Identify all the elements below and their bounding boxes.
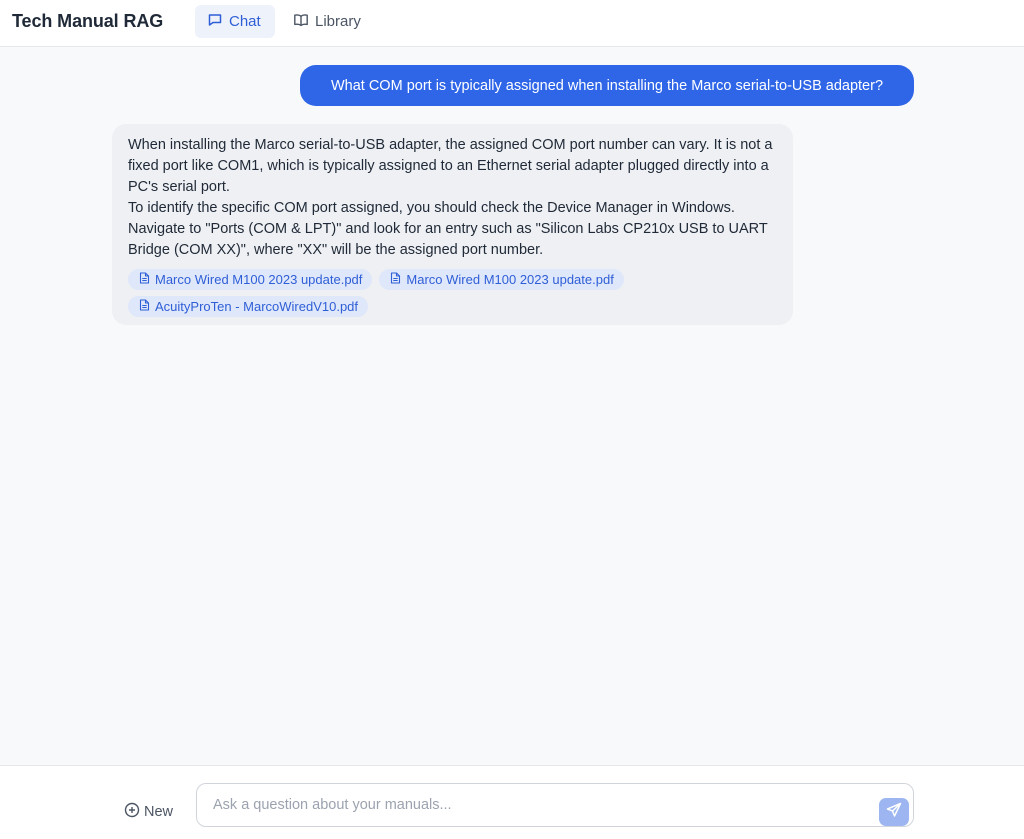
document-icon — [139, 299, 150, 314]
book-open-icon — [293, 12, 309, 32]
send-icon — [886, 802, 902, 823]
assistant-message-bubble: When installing the Marco serial-to-USB … — [112, 124, 793, 325]
document-icon — [139, 272, 150, 287]
source-chip-label: Marco Wired M100 2023 update.pdf — [406, 272, 614, 287]
source-chip[interactable]: AcuityProTen - MarcoWiredV10.pdf — [128, 296, 369, 317]
tab-library-label: Library — [315, 13, 361, 30]
plus-circle-icon — [124, 802, 140, 822]
composer-bar: New — [0, 765, 1024, 839]
source-chip[interactable]: Marco Wired M100 2023 update.pdf — [128, 269, 373, 290]
new-chat-label: New — [144, 804, 174, 820]
question-input[interactable] — [213, 784, 853, 826]
tab-library[interactable]: Library — [281, 5, 377, 38]
question-input-box — [196, 783, 914, 827]
source-chip[interactable]: Marco Wired M100 2023 update.pdf — [379, 269, 624, 290]
tab-chat-label: Chat — [229, 13, 261, 30]
new-chat-button[interactable]: New — [124, 802, 173, 822]
send-button[interactable] — [879, 798, 909, 826]
user-message-text: What COM port is typically assigned when… — [330, 77, 884, 94]
source-chip-label: AcuityProTen - MarcoWiredV10.pdf — [155, 299, 359, 314]
app-title: Tech Manual RAG — [12, 11, 164, 31]
source-citations: Marco Wired M100 2023 update.pdf Marco W… — [128, 269, 688, 317]
top-nav-bar: Tech Manual RAG Chat Library — [0, 0, 1024, 47]
chat-bubble-icon — [207, 12, 223, 32]
source-chip-label: Marco Wired M100 2023 update.pdf — [155, 272, 363, 287]
assistant-paragraph: When installing the Marco serial-to-USB … — [128, 137, 773, 195]
user-message-bubble: What COM port is typically assigned when… — [300, 65, 914, 106]
assistant-paragraph: To identify the specific COM port assign… — [128, 200, 768, 258]
tab-chat[interactable]: Chat — [195, 5, 275, 38]
document-icon — [390, 272, 401, 287]
